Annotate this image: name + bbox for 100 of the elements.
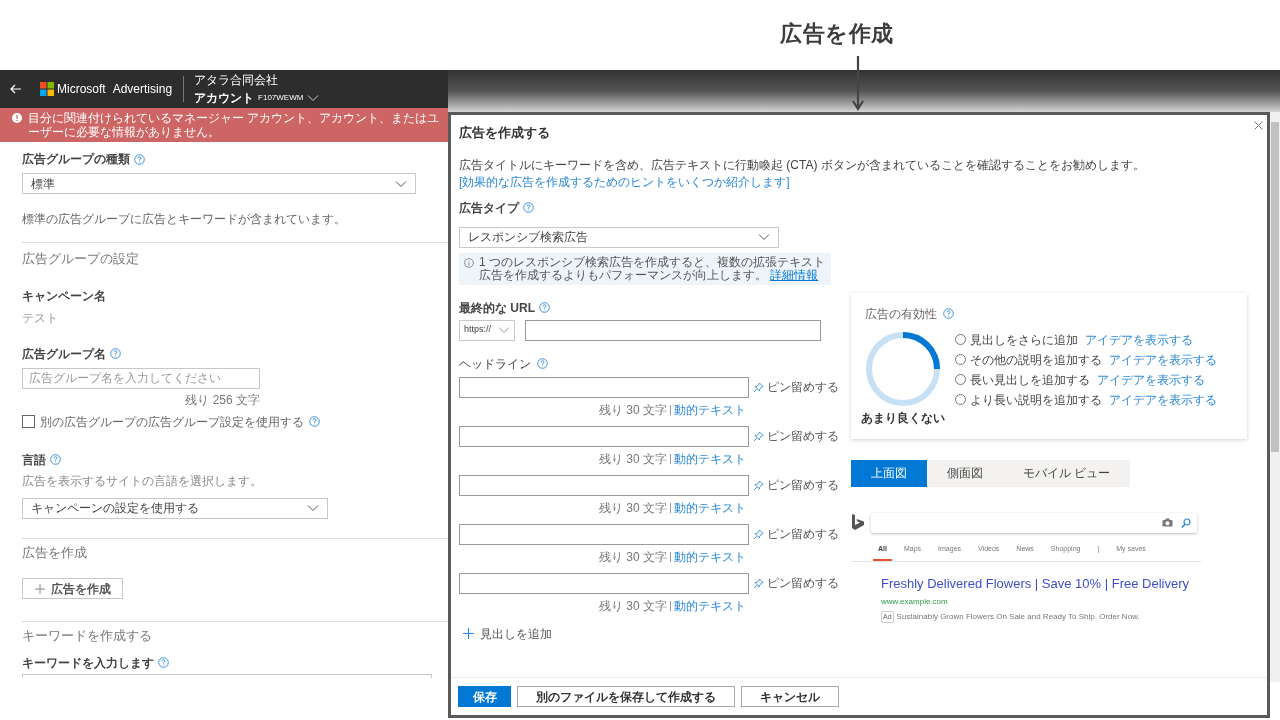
help-icon [134, 153, 145, 165]
url-field[interactable] [525, 319, 821, 341]
preview-tab[interactable]: モバイル ビュー [1003, 459, 1131, 487]
ad-headline-link[interactable]: Freshly Delivered Flowers | Save 10% | Free Delivery [881, 574, 1201, 594]
pin-button[interactable]: ピン留めする [753, 574, 839, 592]
chevron-down-icon [307, 93, 320, 102]
ideas-link[interactable]: アイデアを表示する [1109, 390, 1217, 409]
camera-icon [1162, 518, 1173, 527]
character-count: 残り 256 文字 [184, 391, 260, 409]
search-icon [1181, 517, 1191, 528]
back-arrow-icon [10, 84, 22, 94]
dynamic-text-link[interactable]: 動的テキスト [674, 547, 746, 566]
chevron-down-icon [395, 179, 407, 188]
b-logo-icon [851, 514, 865, 531]
pin-icon [753, 479, 764, 491]
suggestion-text: 長い見出しを追加する [970, 371, 1090, 389]
character-count: 残り 30 文字 [599, 548, 667, 566]
section-heading: 広告を作成 [22, 543, 87, 562]
language-dropdown[interactable]: キャンペーンの設定を使用する [22, 497, 328, 519]
card-title: 広告の有効性 [865, 305, 937, 323]
dynamic-text-link[interactable]: 動的テキスト [674, 449, 746, 468]
preview-tab[interactable]: 上面図 [851, 459, 927, 487]
description-text: 広告を表示するサイトの言語を選択します。 [22, 472, 262, 490]
dialog-title: 広告を作成する [459, 124, 550, 142]
headline-field[interactable] [459, 425, 749, 447]
section-heading: 広告グループの設定 [22, 250, 139, 268]
headline-field[interactable] [459, 523, 749, 545]
help-icon [539, 302, 550, 313]
intro-text: 広告タイトルにキーワードを含め、広告テキストに行動喚起 (CTA) ボタンが含まれていることを確認することをお勧めします。 [効果的な広告を作成するためのヒントをいくつか紹介します] [459, 156, 1146, 191]
pin-button[interactable]: ピン留めする [753, 476, 839, 494]
plus-icon [463, 628, 474, 639]
annotation-title: 広告を作成 [780, 20, 894, 48]
dialog-button[interactable]: キャンセル [741, 686, 839, 707]
save-button[interactable]: 保存 [458, 686, 511, 707]
scrollbar[interactable] [1270, 112, 1280, 682]
add-headline-button[interactable]: 見出しを追加 [463, 624, 552, 643]
strength-rating: あまり良くない [861, 409, 945, 427]
help-icon [158, 657, 169, 668]
dialog-button[interactable]: 別のファイルを保存して作成する [517, 686, 735, 707]
four-squares-logo-icon [40, 82, 54, 96]
ideas-link[interactable]: アイデアを表示する [1109, 350, 1217, 369]
field-label: 広告グループ名 [22, 345, 106, 363]
ad-group-name-field[interactable]: 広告グループ名を入力してください [22, 367, 260, 389]
character-count: 残り 30 文字 [599, 499, 667, 517]
help-icon [309, 416, 320, 427]
pin-icon [753, 528, 764, 540]
description-text: 標準の広告グループに広告とキーワードが含まれています。 [22, 211, 347, 228]
ideas-link[interactable]: アイデアを表示する [1085, 330, 1193, 349]
pin-button[interactable]: ピン留めする [753, 525, 839, 543]
field-label: 広告タイプ [459, 199, 519, 217]
help-icon [110, 348, 121, 359]
field-label: 最終的な URL [459, 299, 535, 317]
annotation-arrow [852, 56, 864, 112]
help-icon [523, 202, 534, 213]
plus-icon [34, 583, 45, 594]
ad-type-dropdown[interactable]: レスポンシブ検索広告 [459, 226, 779, 248]
ideas-link[interactable]: アイデアを表示する [1097, 370, 1205, 389]
brand-name: Microsoft [57, 81, 106, 98]
learn-more-link[interactable]: 詳細情報 [770, 267, 819, 282]
campaign-name: テスト [22, 309, 58, 327]
help-icon [943, 308, 954, 319]
character-count: 残り 30 文字 [599, 450, 667, 468]
info-icon [464, 257, 474, 268]
character-count: 残り 30 文字 [599, 401, 667, 419]
dynamic-text-link[interactable]: 動的テキスト [674, 400, 746, 419]
chevron-down-icon [758, 233, 770, 241]
ad-url: www.example.com [881, 595, 949, 608]
pin-button[interactable]: ピン留めする [753, 378, 839, 396]
dynamic-text-link[interactable]: 動的テキスト [674, 596, 746, 615]
tips-link[interactable]: [効果的な広告を作成するためのヒントをいくつか紹介します] [459, 174, 790, 189]
protocol-dropdown[interactable]: https:// [459, 319, 515, 341]
alert-icon [12, 113, 22, 123]
headline-field[interactable] [459, 376, 749, 398]
ad-description: Sustainably Grown Flowers On Sale and Ready To Ship. Order Now. [896, 610, 1140, 623]
field-label: ヘッドライン [459, 355, 531, 373]
section-heading: キーワードを作成する [22, 627, 152, 645]
preview-tab[interactable]: 側面図 [927, 459, 1003, 487]
suggestion-text: 見出しをさらに追加 [970, 331, 1078, 349]
help-icon [537, 358, 548, 369]
ad-group-type-dropdown[interactable]: 標準 [22, 173, 416, 194]
checkbox[interactable] [22, 415, 35, 428]
headline-field[interactable] [459, 572, 749, 594]
dynamic-text-link[interactable]: 動的テキスト [674, 498, 746, 517]
account-label: アカウント [194, 90, 255, 105]
chevron-down-icon [307, 504, 319, 512]
checkbox-label: 別の広告グループの広告グループ設定を使用する [40, 413, 304, 431]
pin-icon [753, 430, 764, 442]
create-ad-button[interactable]: 広告を作成 [22, 578, 123, 599]
company-name: アタラ合同会社 [194, 73, 280, 88]
keyword-field[interactable] [22, 673, 432, 678]
character-count: 残り 30 文字 [599, 597, 667, 615]
field-label: キーワードを入力します [22, 654, 154, 672]
error-message: 目分に関連付けられているマネージャー アカウント、アカウント、またはユーザーに必要な情報がありません。 [28, 111, 441, 139]
search-field[interactable] [871, 512, 1197, 533]
headline-field[interactable] [459, 474, 749, 496]
chevron-down-icon [498, 326, 510, 334]
field-label: 言語 [22, 451, 46, 469]
field-label: 広告グループの種類 [22, 151, 130, 168]
pin-button[interactable]: ピン留めする [753, 427, 839, 445]
help-icon [50, 454, 61, 465]
